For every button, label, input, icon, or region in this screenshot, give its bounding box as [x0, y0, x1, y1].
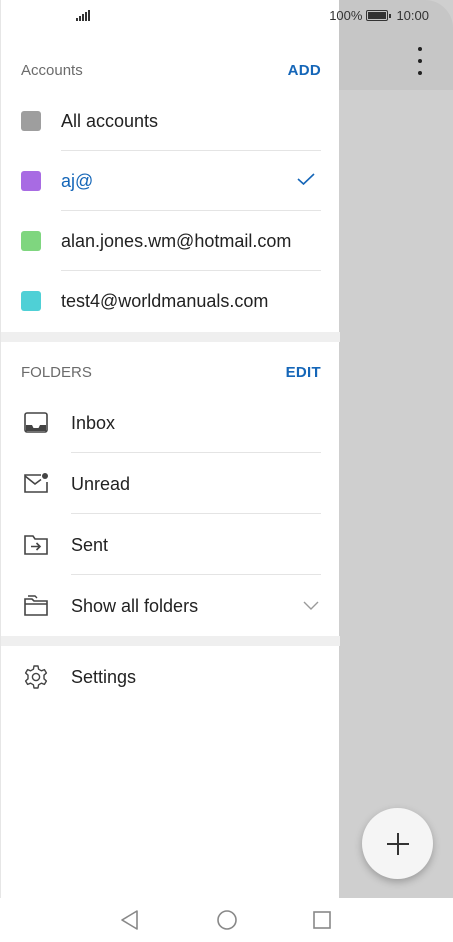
account-row-test4[interactable]: test4@worldmanuals.com: [1, 271, 340, 331]
checkmark-icon: [297, 173, 315, 185]
gear-icon: [24, 665, 48, 689]
folder-row-unread[interactable]: Unread: [1, 454, 340, 514]
account-color-swatch: [21, 231, 41, 251]
accounts-title: Accounts: [21, 61, 83, 79]
folder-label: Show all folders: [71, 595, 199, 616]
navigation-drawer: Accounts ADD All accounts aj@ alan.jones…: [0, 0, 340, 898]
edit-folders-button[interactable]: EDIT: [286, 364, 321, 381]
section-separator: [1, 332, 340, 342]
account-label: All accounts: [61, 110, 159, 131]
folder-row-sent[interactable]: Sent: [1, 515, 340, 575]
account-color-swatch: [21, 171, 41, 191]
account-row-hotmail[interactable]: alan.jones.wm@hotmail.com: [1, 211, 340, 271]
folder-label: Sent: [71, 534, 109, 555]
battery-percent: 100%: [329, 8, 363, 23]
section-separator: [1, 636, 340, 646]
folders-title: FOLDERS: [21, 363, 92, 381]
add-account-button[interactable]: ADD: [288, 62, 321, 79]
home-icon[interactable]: [215, 908, 239, 932]
sent-folder-icon: [24, 535, 48, 555]
system-nav-bar: [0, 898, 453, 942]
clock: 10:00: [396, 8, 429, 23]
settings-label: Settings: [71, 666, 137, 687]
folder-row-show-all[interactable]: Show all folders: [1, 576, 340, 636]
battery-icon: [366, 10, 392, 21]
account-row-aj[interactable]: aj@: [1, 151, 340, 211]
account-label: alan.jones.wm@hotmail.com: [61, 230, 292, 251]
chevron-down-icon: [303, 601, 319, 610]
app-background: [339, 0, 453, 898]
compose-button[interactable]: [362, 808, 433, 879]
account-label: aj@: [61, 170, 94, 191]
account-color-swatch: [21, 111, 41, 131]
back-icon[interactable]: [118, 908, 142, 932]
unread-mail-icon: [24, 473, 48, 493]
account-row-all[interactable]: All accounts: [1, 91, 340, 151]
folder-label: Inbox: [71, 412, 116, 433]
folders-header: FOLDERS EDIT: [21, 362, 321, 382]
recents-icon[interactable]: [310, 908, 334, 932]
account-label: test4@worldmanuals.com: [61, 290, 269, 311]
accounts-header: Accounts ADD: [21, 60, 321, 80]
inbox-icon: [24, 412, 48, 433]
folder-label: Unread: [71, 473, 131, 494]
plus-icon: [386, 832, 409, 855]
account-color-swatch: [21, 291, 41, 311]
status-bar: 100% 10:00: [0, 0, 453, 32]
folders-icon: [24, 595, 48, 616]
settings-row[interactable]: Settings: [1, 647, 340, 707]
more-options-icon[interactable]: [410, 47, 430, 75]
folder-row-inbox[interactable]: Inbox: [1, 393, 340, 453]
signal-icon: [76, 9, 90, 21]
